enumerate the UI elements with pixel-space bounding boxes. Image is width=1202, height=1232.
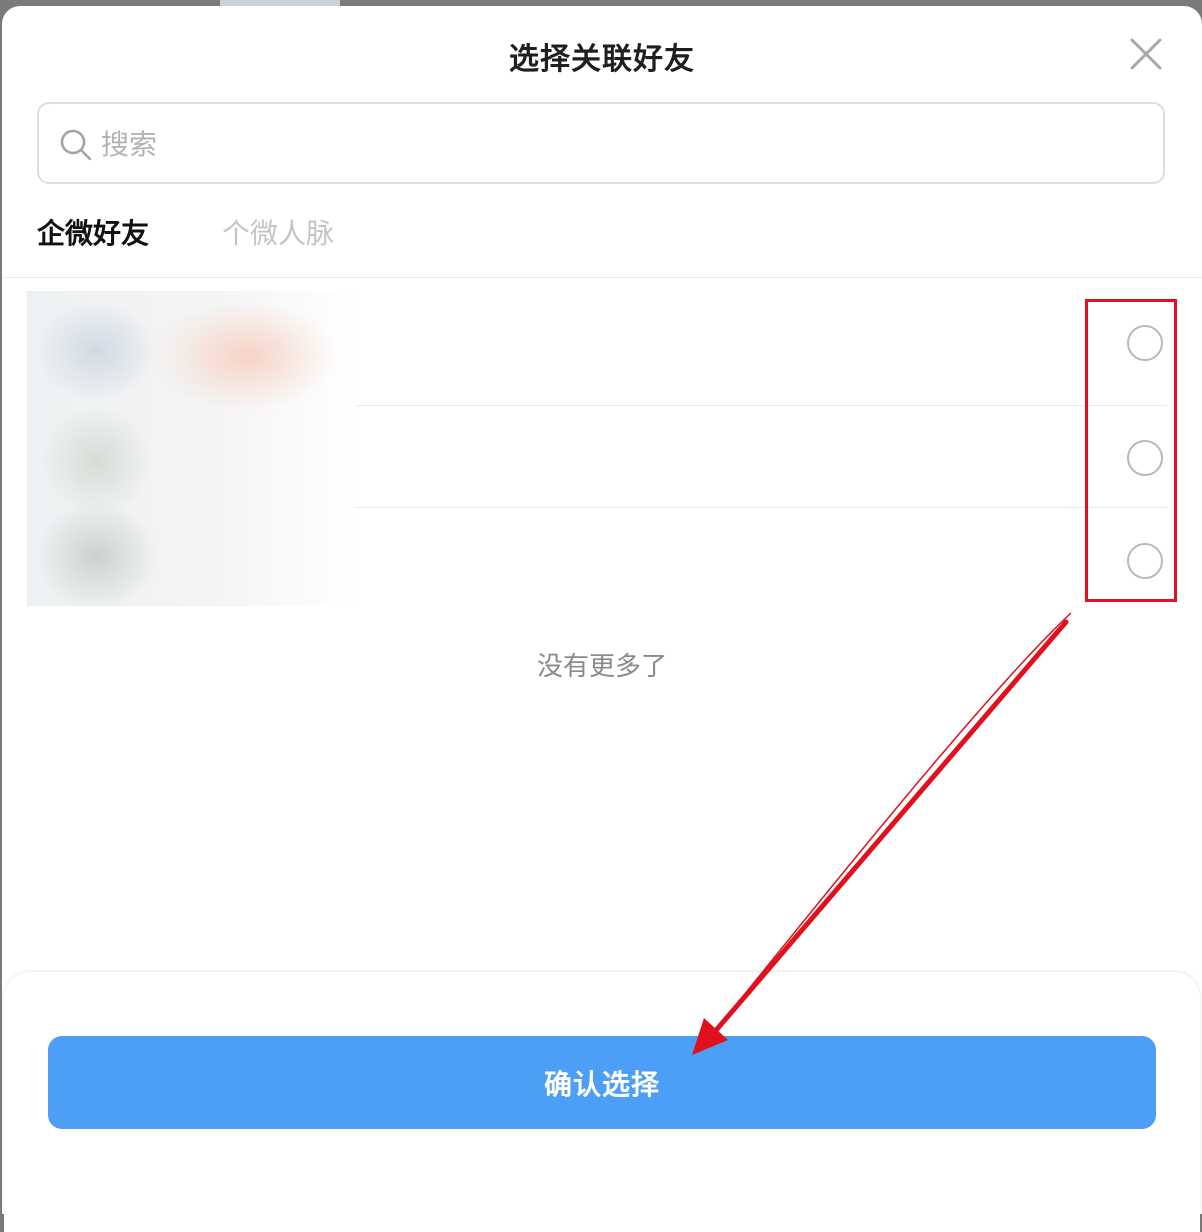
search-input[interactable] bbox=[99, 118, 1143, 170]
list-end-text: 没有更多了 bbox=[536, 652, 667, 682]
tab-personal-contacts[interactable]: 个微人脉 bbox=[222, 212, 334, 252]
tabs-divider bbox=[2, 277, 1202, 278]
close-icon bbox=[1130, 38, 1162, 70]
confirm-selection-button[interactable]: 确认选择 bbox=[48, 1036, 1156, 1129]
row-divider bbox=[355, 507, 1167, 508]
blurred-friend-list bbox=[27, 291, 357, 606]
row-divider bbox=[355, 405, 1167, 406]
search-icon bbox=[60, 129, 92, 161]
search-box[interactable] bbox=[37, 102, 1165, 184]
dialog-title: 选择关联好友 bbox=[509, 42, 695, 77]
footer-panel: 确认选择 bbox=[4, 972, 1200, 1232]
tab-bar: 企微好友 个微人脉 bbox=[2, 212, 1202, 278]
annotation-highlight-box bbox=[1085, 299, 1177, 602]
tab-enterprise-friends[interactable]: 企微好友 bbox=[37, 212, 149, 252]
close-button[interactable] bbox=[1128, 36, 1164, 72]
